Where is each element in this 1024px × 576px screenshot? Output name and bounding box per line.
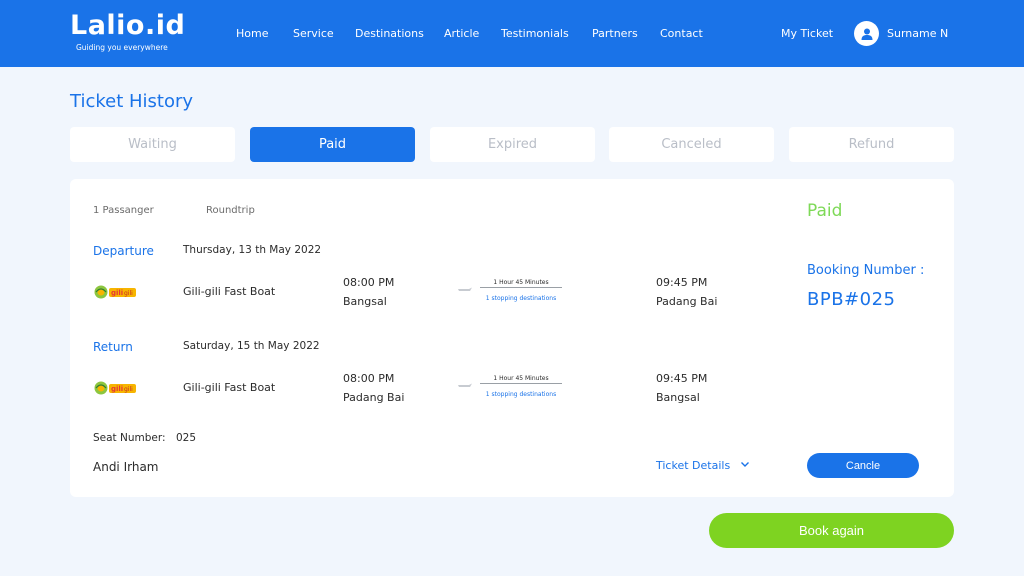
tab-paid[interactable]: Paid (250, 127, 415, 162)
brand-tagline: Guiding you everywhere (76, 43, 168, 52)
departure-arrival-place: Padang Bai (656, 295, 718, 308)
departure-date: Thursday, 13 th May 2022 (183, 244, 322, 256)
boat-operator-logo: gili gili (94, 381, 136, 395)
page-title: Ticket History (70, 91, 194, 112)
boat-operator-logo: gili gili (94, 285, 136, 299)
svg-text:gili: gili (111, 289, 123, 297)
book-again-button[interactable]: Book again (709, 513, 954, 548)
departure-arrival-time: 09:45 PM (656, 276, 708, 289)
departure-label: Departure (93, 244, 154, 258)
departure-time: 08:00 PM (343, 276, 395, 289)
return-time: 08:00 PM (343, 372, 395, 385)
top-navbar: Lalio.id Guiding you everywhere Home Ser… (0, 0, 1024, 67)
nav-testimonials[interactable]: Testimonials (501, 27, 569, 40)
departure-place: Bangsal (343, 295, 387, 308)
boat-icon (458, 287, 472, 291)
tab-waiting[interactable]: Waiting (70, 127, 235, 162)
passenger-count: 1 Passanger (93, 205, 154, 216)
svg-text:gili: gili (111, 385, 123, 393)
status-badge: Paid (807, 201, 843, 221)
return-arrival-place: Bangsal (656, 391, 700, 404)
return-boat-name: Gili-gili Fast Boat (183, 381, 276, 394)
route-line (480, 383, 562, 384)
departure-duration: 1 Hour 45 Minutes (493, 279, 549, 286)
booking-number-label: Booking Number : (807, 263, 925, 278)
departure-boat-name: Gili-gili Fast Boat (183, 285, 276, 298)
nav-service[interactable]: Service (293, 27, 334, 40)
return-arrival-time: 09:45 PM (656, 372, 708, 385)
nav-contact[interactable]: Contact (660, 27, 703, 40)
nav-home[interactable]: Home (236, 27, 268, 40)
brand-logo[interactable]: Lalio.id Guiding you everywhere (70, 10, 190, 53)
nav-article[interactable]: Article (444, 27, 479, 40)
nav-destinations[interactable]: Destinations (355, 27, 424, 40)
nav-partners[interactable]: Partners (592, 27, 638, 40)
seat-label: Seat Number: (93, 432, 166, 444)
return-place: Padang Bai (343, 391, 405, 404)
departure-stops: 1 stopping destinations (485, 295, 557, 302)
svg-text:gili: gili (124, 290, 133, 297)
chevron-down-icon[interactable] (740, 461, 750, 468)
route-line (480, 287, 562, 288)
tab-canceled[interactable]: Canceled (609, 127, 774, 162)
return-duration: 1 Hour 45 Minutes (493, 375, 549, 382)
passenger-name: Andi Irham (93, 460, 159, 474)
trip-type: Roundtrip (206, 205, 255, 216)
cancel-button[interactable]: Cancle (807, 453, 919, 478)
ticket-card: 1 Passanger Roundtrip Departure Thursday… (70, 179, 954, 497)
my-ticket-link[interactable]: My Ticket (781, 27, 833, 40)
return-date: Saturday, 15 th May 2022 (183, 340, 320, 352)
return-label: Return (93, 340, 133, 354)
booking-number: BPB#025 (807, 289, 896, 310)
ticket-details-link[interactable]: Ticket Details (656, 459, 730, 472)
brand-name: Lalio.id (70, 10, 186, 41)
return-stops: 1 stopping destinations (485, 391, 557, 398)
tab-refund[interactable]: Refund (789, 127, 954, 162)
boat-icon (458, 383, 472, 387)
tab-expired[interactable]: Expired (430, 127, 595, 162)
seat-number: 025 (176, 432, 197, 444)
user-avatar-icon[interactable] (854, 21, 879, 46)
user-name[interactable]: Surname N (887, 27, 948, 40)
svg-text:gili: gili (124, 386, 133, 393)
